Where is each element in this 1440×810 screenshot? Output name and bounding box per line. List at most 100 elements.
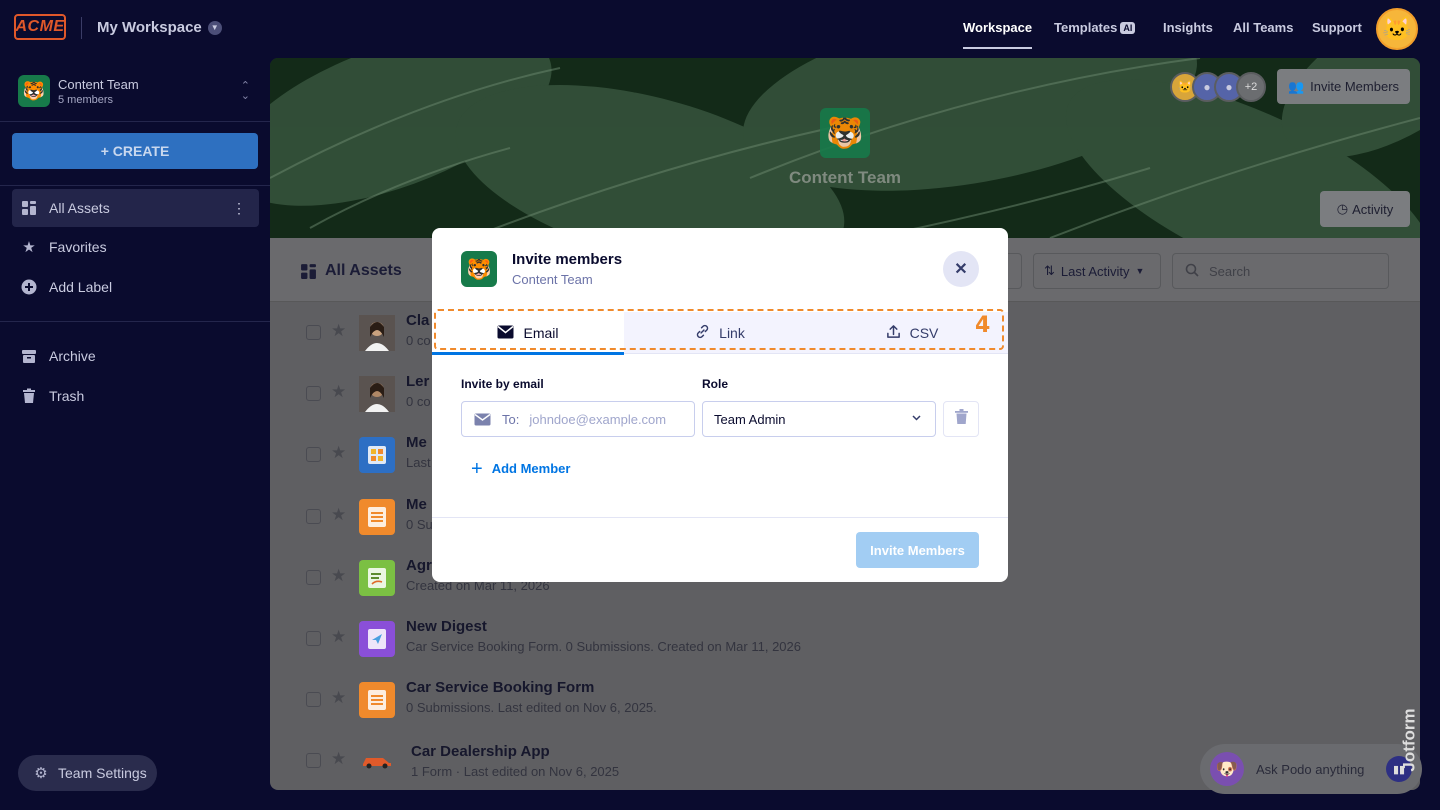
asset-name[interactable]: Car Service Booking Form bbox=[406, 679, 594, 696]
row-checkbox[interactable] bbox=[306, 508, 321, 524]
nav-workspace[interactable]: Workspace bbox=[963, 20, 1033, 49]
form-icon bbox=[359, 682, 395, 719]
nav-insights[interactable]: Insights bbox=[1163, 20, 1213, 35]
ai-badge: AI bbox=[1120, 22, 1136, 34]
asset-meta: Car Service Booking Form. 0 Submissions.… bbox=[406, 639, 801, 654]
sidebar-item-label: Favorites bbox=[49, 239, 107, 255]
create-button[interactable]: + CREATE bbox=[12, 133, 258, 169]
workspace-switcher[interactable]: My Workspace ▼ bbox=[97, 19, 222, 36]
row-checkbox[interactable] bbox=[306, 692, 321, 708]
asset-name[interactable]: Ler bbox=[406, 373, 429, 390]
envelope-icon bbox=[462, 402, 502, 436]
asset-name[interactable]: New Digest bbox=[406, 618, 487, 635]
invite-members-submit-button[interactable]: Invite Members bbox=[856, 532, 979, 568]
row-checkbox[interactable] bbox=[306, 386, 321, 402]
step-number: 4 bbox=[975, 313, 991, 338]
top-bar: ACME My Workspace ▼ Workspace Templates A… bbox=[0, 0, 1440, 58]
jotform-brand: Jotform bbox=[1400, 690, 1436, 790]
digest-icon bbox=[359, 621, 395, 657]
activity-button[interactable]: ◷ Activity bbox=[1320, 191, 1410, 227]
invite-members-button[interactable]: 👥 Invite Members bbox=[1277, 69, 1410, 104]
modal-title: Invite members bbox=[512, 251, 623, 268]
podo-avatar: 🐶 bbox=[1210, 752, 1244, 786]
podo-placeholder: Ask Podo anything bbox=[1256, 761, 1365, 777]
kebab-menu-icon[interactable]: ⋮ bbox=[232, 200, 246, 217]
role-select[interactable]: Team Admin bbox=[702, 401, 936, 437]
add-member-button[interactable]: + Add Member bbox=[471, 457, 570, 480]
trash-icon bbox=[20, 387, 38, 405]
email-field[interactable]: To: bbox=[461, 401, 695, 437]
divider bbox=[0, 321, 270, 322]
asset-row[interactable]: ★ New Digest Car Service Booking Form. 0 S… bbox=[270, 608, 1420, 669]
row-checkbox[interactable] bbox=[306, 325, 321, 340]
delete-row-button[interactable] bbox=[943, 401, 979, 437]
chevron-updown-icon: ⌃ ⌄ bbox=[240, 80, 250, 102]
asset-meta: 0 co bbox=[406, 333, 431, 348]
nav-support[interactable]: Support bbox=[1312, 20, 1362, 35]
user-avatar[interactable]: 🐱 bbox=[1376, 8, 1418, 50]
search-input[interactable]: Search bbox=[1172, 253, 1389, 289]
sidebar-item-label: Trash bbox=[49, 388, 85, 404]
email-input[interactable] bbox=[529, 411, 680, 427]
favorite-star-icon[interactable]: ★ bbox=[331, 749, 346, 769]
team-avatar-icon: 🐯 bbox=[461, 251, 497, 287]
asset-name[interactable]: Cla bbox=[406, 312, 429, 329]
asset-name[interactable]: Agr bbox=[406, 557, 432, 574]
plus-icon: + bbox=[471, 457, 483, 480]
favorite-star-icon[interactable]: ★ bbox=[331, 382, 346, 402]
team-avatar-icon: 🐯 bbox=[18, 75, 50, 107]
activity-label: Activity bbox=[1352, 201, 1394, 217]
asset-meta: 0 Su bbox=[406, 516, 433, 532]
close-icon[interactable]: ✕ bbox=[943, 251, 979, 287]
divider bbox=[432, 517, 1008, 518]
sidebar: 🐯 Content Team 5 members ⌃ ⌄ + CREATE All… bbox=[0, 58, 270, 810]
sidebar-item-archive[interactable]: Archive bbox=[12, 337, 259, 375]
filter-dropdown[interactable] bbox=[1006, 253, 1022, 289]
clock-icon: ◷ bbox=[1336, 201, 1349, 216]
acme-logo[interactable]: ACME bbox=[14, 14, 66, 40]
grid-icon bbox=[301, 263, 316, 279]
invite-members-label: Invite Members bbox=[1310, 79, 1400, 94]
asset-name[interactable]: Car Dealership App bbox=[411, 743, 550, 760]
row-checkbox[interactable] bbox=[306, 447, 321, 463]
chevron-down-icon bbox=[912, 413, 921, 424]
team-settings-label: Team Settings bbox=[58, 765, 147, 781]
asset-row[interactable]: ★ Car Service Booking Form 0 Submissions. … bbox=[270, 669, 1420, 730]
nav-templates[interactable]: Templates AI bbox=[1054, 20, 1136, 35]
asset-meta: 0 co bbox=[406, 394, 431, 410]
sidebar-item-favorites[interactable]: ★ Favorites bbox=[12, 228, 259, 266]
topbar-divider bbox=[81, 17, 82, 39]
favorite-star-icon[interactable]: ★ bbox=[331, 321, 346, 341]
sidebar-item-all-assets[interactable]: All Assets ⋮ bbox=[12, 189, 259, 227]
favorite-star-icon[interactable]: ★ bbox=[331, 505, 346, 525]
chevron-down-icon: ▼ bbox=[1135, 266, 1145, 276]
row-checkbox[interactable] bbox=[306, 631, 321, 646]
sort-dropdown[interactable]: ⇅ Last Activity ▼ bbox=[1033, 253, 1161, 289]
team-switcher[interactable]: 🐯 Content Team 5 members ⌃ ⌄ bbox=[18, 74, 258, 108]
nav-all-teams[interactable]: All Teams bbox=[1233, 20, 1293, 35]
asset-name[interactable]: Me bbox=[406, 434, 427, 451]
gear-icon: ⚙ bbox=[34, 765, 48, 782]
favorite-star-icon[interactable]: ★ bbox=[331, 443, 346, 463]
favorite-star-icon[interactable]: ★ bbox=[331, 627, 346, 647]
member-avatar-stack[interactable]: 🐱 ● ● +2 bbox=[1170, 72, 1266, 102]
nav-templates-label: Templates bbox=[1054, 20, 1118, 35]
assets-title-text: All Assets bbox=[325, 262, 402, 279]
to-label: To: bbox=[502, 411, 520, 427]
sidebar-item-label: All Assets bbox=[49, 200, 110, 216]
ask-podo-widget[interactable]: 🐶 Ask Podo anything ▮▮ bbox=[1200, 744, 1422, 794]
photo-woman bbox=[359, 315, 395, 351]
row-checkbox[interactable] bbox=[306, 753, 321, 769]
modal-subtitle: Content Team bbox=[512, 272, 593, 287]
row-checkbox[interactable] bbox=[306, 569, 321, 585]
search-icon bbox=[1185, 263, 1199, 280]
form-icon bbox=[359, 498, 395, 535]
chevron-down-icon: ▼ bbox=[207, 20, 222, 35]
sidebar-item-add-label[interactable]: Add Label bbox=[12, 268, 259, 306]
sidebar-item-trash[interactable]: Trash bbox=[12, 377, 259, 415]
team-settings-button[interactable]: ⚙ Team Settings bbox=[18, 755, 157, 791]
plus-circle-icon bbox=[20, 278, 38, 296]
favorite-star-icon[interactable]: ★ bbox=[331, 688, 346, 708]
asset-name[interactable]: Me bbox=[406, 496, 427, 513]
favorite-star-icon[interactable]: ★ bbox=[331, 566, 346, 586]
